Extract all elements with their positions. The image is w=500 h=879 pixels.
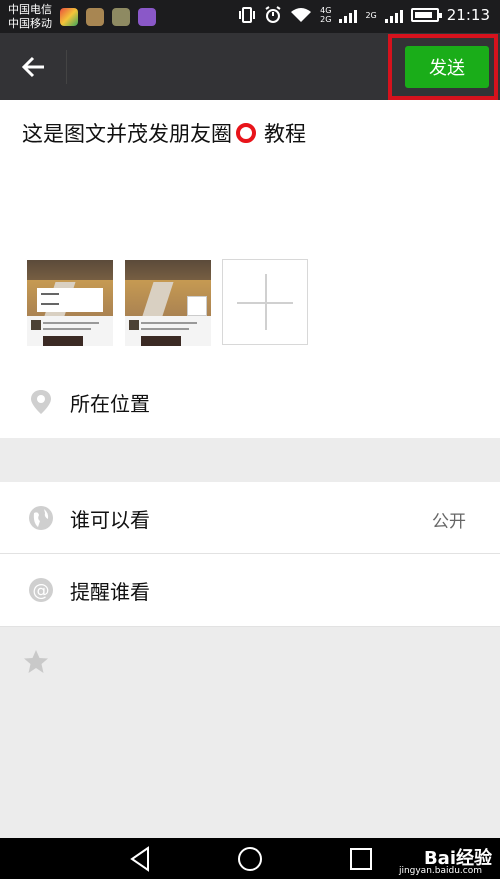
- location-pin-icon: [31, 390, 51, 414]
- network-type-2: 2G: [365, 10, 377, 20]
- divider: [0, 626, 500, 627]
- app-notification-icon: [86, 8, 104, 26]
- recent-apps-icon[interactable]: [346, 846, 376, 872]
- visibility-value: 公开: [432, 512, 466, 532]
- carrier-info: 中国电信 中国移动: [8, 3, 52, 31]
- star-icon[interactable]: [22, 648, 50, 676]
- post-text-input[interactable]: 这是图文并茂发朋友圈 教程: [22, 118, 306, 148]
- header-divider: [66, 50, 67, 84]
- svg-text:@: @: [33, 581, 50, 601]
- signal-2-icon: [384, 7, 403, 23]
- watermark-url: jingyan.baidu.com: [398, 866, 482, 876]
- location-row[interactable]: 所在位置: [0, 366, 500, 438]
- network-type-1: 4G 2G: [320, 6, 332, 24]
- status-icons: 4G 2G 2G 21:13: [238, 6, 490, 24]
- home-circle-icon[interactable]: [235, 846, 265, 872]
- post-text-start: 这是图文并茂发朋友圈: [22, 122, 232, 146]
- signal-1-icon: [339, 7, 358, 23]
- system-nav-bar: Bai经验 jingyan.baidu.com: [0, 838, 500, 879]
- at-icon: @: [29, 578, 53, 602]
- red-circle-emoji-icon: [236, 123, 256, 143]
- carrier-2: 中国移动: [8, 17, 52, 30]
- mention-row[interactable]: @ 提醒谁看: [0, 554, 500, 626]
- send-button[interactable]: 发送: [405, 46, 489, 88]
- globe-icon: [29, 506, 53, 530]
- back-button[interactable]: [12, 49, 56, 85]
- photo-thumbnail-1[interactable]: [27, 260, 113, 346]
- gallery-notification-icon: [138, 8, 156, 26]
- vibrate-icon: [239, 7, 256, 23]
- message-notification-icon: [112, 8, 130, 26]
- alarm-icon: [265, 6, 281, 23]
- post-text-end: 教程: [264, 122, 306, 146]
- carrier-1: 中国电信: [8, 3, 52, 16]
- wifi-icon: [291, 8, 312, 22]
- mention-label: 提醒谁看: [70, 580, 150, 604]
- app-notification-icon: [60, 8, 78, 26]
- battery-icon: [410, 8, 442, 22]
- clock: 21:13: [446, 6, 490, 24]
- location-label: 所在位置: [70, 392, 150, 416]
- back-triangle-icon[interactable]: [126, 846, 156, 872]
- visibility-label: 谁可以看: [70, 508, 150, 532]
- add-photo-button[interactable]: [222, 259, 308, 345]
- visibility-row[interactable]: 谁可以看 公开: [0, 482, 500, 554]
- arrow-left-icon: [21, 56, 44, 78]
- notification-icons: [60, 8, 156, 26]
- photo-thumbnail-2[interactable]: [125, 260, 211, 346]
- status-bar: 中国电信 中国移动 4G 2G 2G 21:13: [0, 0, 500, 33]
